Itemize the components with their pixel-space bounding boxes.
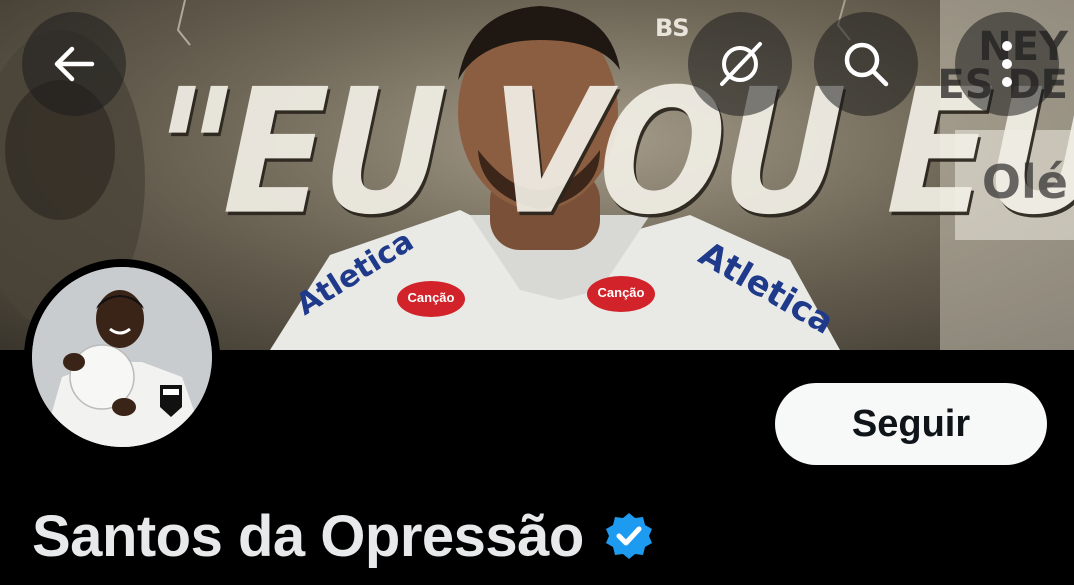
follow-button[interactable]: Seguir bbox=[775, 383, 1047, 465]
no-translate-icon bbox=[720, 42, 762, 86]
profile-avatar[interactable] bbox=[24, 259, 220, 455]
search-icon bbox=[844, 42, 889, 87]
jersey-badge-right: Canção bbox=[597, 285, 645, 300]
jersey-badge-left: Canção bbox=[407, 290, 455, 305]
display-name: Santos da Opressão bbox=[32, 503, 584, 569]
newspaper-masthead: Olé bbox=[981, 155, 1068, 209]
translate-toggle-button[interactable] bbox=[688, 12, 792, 116]
search-button[interactable] bbox=[814, 12, 918, 116]
profile-name-row: Santos da Opressão bbox=[32, 496, 654, 576]
banner-corner-logo: BS bbox=[655, 14, 690, 42]
avatar-image bbox=[32, 267, 212, 447]
arrow-left-icon bbox=[54, 46, 95, 82]
back-button[interactable] bbox=[22, 12, 126, 116]
verified-badge-icon[interactable] bbox=[604, 511, 654, 561]
more-vertical-icon bbox=[1002, 41, 1012, 87]
more-options-button[interactable] bbox=[955, 12, 1059, 116]
